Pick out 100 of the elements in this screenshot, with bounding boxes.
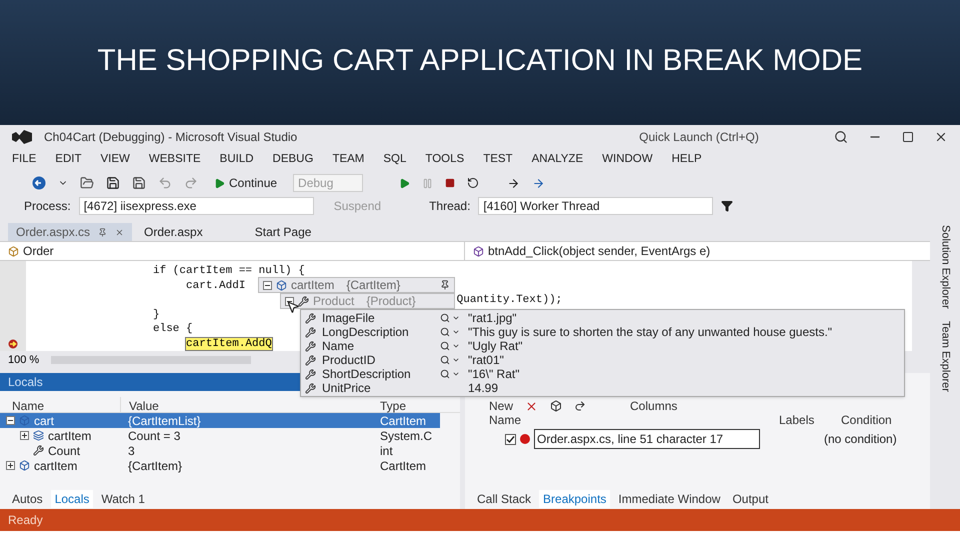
datatip-value: {Product} (366, 293, 416, 310)
breakpoint-location[interactable]: Order.aspx.cs, line 51 character 17 (534, 429, 760, 449)
close-icon[interactable] (115, 228, 124, 236)
menu-item[interactable]: TEAM (332, 151, 364, 169)
breakpoint-condition: (no condition) (824, 431, 897, 448)
menu-item[interactable]: HELP (672, 151, 702, 169)
window-title: Ch04Cart (Debugging) - Microsoft Visual Studio (44, 129, 298, 146)
menu-item[interactable]: WINDOW (602, 151, 653, 169)
process-dropdown[interactable]: [4672] iisexpress.exe (78, 197, 314, 215)
process-label: Process: (24, 198, 71, 215)
variable-type: CartItem (380, 458, 428, 474)
pin-icon[interactable] (98, 228, 108, 236)
member-value: "This guy is sure to shorten the stay of any unwanted house guests." (468, 324, 832, 341)
back-icon[interactable] (32, 176, 46, 190)
object-icon[interactable] (550, 400, 562, 412)
locals-row[interactable]: cartItem Count = 3 System.C (0, 428, 440, 443)
pane-tab[interactable]: Autos (8, 490, 47, 508)
column-header[interactable]: Condition (841, 411, 892, 429)
stop-icon[interactable] (445, 178, 456, 188)
menu-item[interactable]: VIEW (100, 151, 130, 169)
collapse-icon[interactable] (6, 416, 15, 425)
pane-tab[interactable]: Call Stack (473, 490, 536, 508)
member-value: "Ugly Rat" (468, 338, 523, 355)
menu-item[interactable]: BUILD (220, 151, 254, 169)
play-icon[interactable] (399, 178, 410, 188)
app-logo-icon (12, 129, 32, 145)
document-tab[interactable]: Start Page (246, 223, 320, 241)
pane-tab[interactable]: Breakpoints (539, 490, 610, 508)
zoom-level[interactable]: 100 % (8, 352, 40, 368)
document-tab[interactable]: Order.aspx.cs (8, 223, 132, 241)
variable-tooltip[interactable]: cartItem {CartItem} (258, 277, 455, 293)
menu-item[interactable]: TEST (483, 151, 513, 169)
column-header[interactable]: Name (0, 397, 120, 412)
breakpoint-icon (520, 434, 530, 444)
class-icon (8, 246, 19, 256)
member-name: ProductID (322, 352, 376, 369)
search-icon[interactable] (834, 130, 848, 144)
document-tab[interactable]: Order.aspx (136, 223, 211, 241)
pane-tab[interactable]: Locals (50, 490, 94, 508)
pane-tab[interactable]: Output (728, 490, 772, 508)
save-icon[interactable] (106, 176, 120, 190)
restart-icon[interactable] (467, 177, 480, 189)
folder-icon[interactable] (80, 176, 94, 190)
save-all-icon[interactable] (132, 176, 146, 190)
magnifier-icon[interactable] (440, 369, 450, 379)
arrow-icon[interactable] (507, 176, 520, 190)
column-header[interactable]: Labels (779, 411, 841, 429)
maximize-icon[interactable] (902, 131, 914, 143)
side-tab[interactable]: Team Explorer (936, 320, 954, 392)
variable-type: CartItem (380, 412, 428, 430)
code-line: cart.AddI (186, 280, 246, 292)
wrench-icon (33, 445, 44, 456)
magnifier-icon[interactable] (440, 355, 450, 365)
variable-value: {CartItem} (127, 458, 184, 474)
object-icon (19, 460, 30, 471)
breakpoint-icon[interactable] (7, 338, 19, 349)
menu-item[interactable]: TOOLS (425, 151, 464, 169)
object-icon (19, 415, 30, 426)
member-dropdown[interactable]: btnAdd_Click(object sender, EventArgs e) (465, 242, 930, 260)
delete-icon[interactable] (525, 400, 538, 412)
redo-icon[interactable] (574, 400, 586, 412)
menu-item[interactable]: SQL (383, 151, 406, 169)
menu-item[interactable]: EDIT (55, 151, 82, 169)
side-tab[interactable]: Solution Explorer (936, 225, 954, 309)
continue-button[interactable]: Continue (210, 174, 282, 192)
collapse-icon[interactable] (263, 280, 272, 290)
column-header[interactable]: Type (380, 397, 440, 412)
member-value: 14.99 (468, 380, 498, 397)
magnifier-icon[interactable] (440, 327, 450, 337)
quick-launch-field[interactable]: Quick Launch (Ctrl+Q) (584, 128, 814, 146)
thread-label: Thread: (429, 198, 470, 215)
close-icon[interactable] (934, 130, 948, 144)
type-dropdown[interactable]: Order (0, 242, 465, 260)
checkbox[interactable] (505, 434, 516, 444)
pin-icon[interactable] (440, 280, 450, 290)
locals-row[interactable]: Count 3 int (0, 443, 440, 458)
pane-tab[interactable]: Immediate Window (614, 490, 724, 508)
pane-tab[interactable]: Watch 1 (97, 490, 149, 508)
datatip-value: {CartItem} (346, 277, 400, 294)
locals-row[interactable]: cartItem {CartItem} CartItem (0, 458, 440, 473)
filter-icon[interactable] (721, 200, 734, 212)
menu-item[interactable]: WEBSITE (148, 151, 201, 169)
locals-row[interactable]: cart {CartItemList} CartItem (0, 413, 440, 428)
horizontal-scrollbar[interactable] (51, 356, 252, 364)
member-value: "rat1.jpg" (468, 310, 517, 327)
magnifier-icon[interactable] (440, 341, 450, 351)
magnifier-icon[interactable] (440, 313, 450, 323)
code-line: else { (153, 323, 193, 335)
variable-name: cartItem (48, 428, 92, 444)
variable-value: {CartItemList} (127, 412, 202, 430)
member-name: LongDescription (322, 324, 410, 341)
collection-icon (33, 430, 44, 441)
expand-icon[interactable] (6, 461, 15, 470)
thread-dropdown[interactable]: [4160] Worker Thread (478, 197, 714, 215)
menu-item[interactable]: ANALYZE (532, 151, 584, 169)
check-icon (506, 434, 515, 444)
expand-icon[interactable] (20, 431, 29, 440)
menu-item[interactable]: FILE (12, 151, 36, 169)
member-name: Name (322, 338, 356, 355)
menu-item[interactable]: DEBUG (272, 151, 314, 169)
